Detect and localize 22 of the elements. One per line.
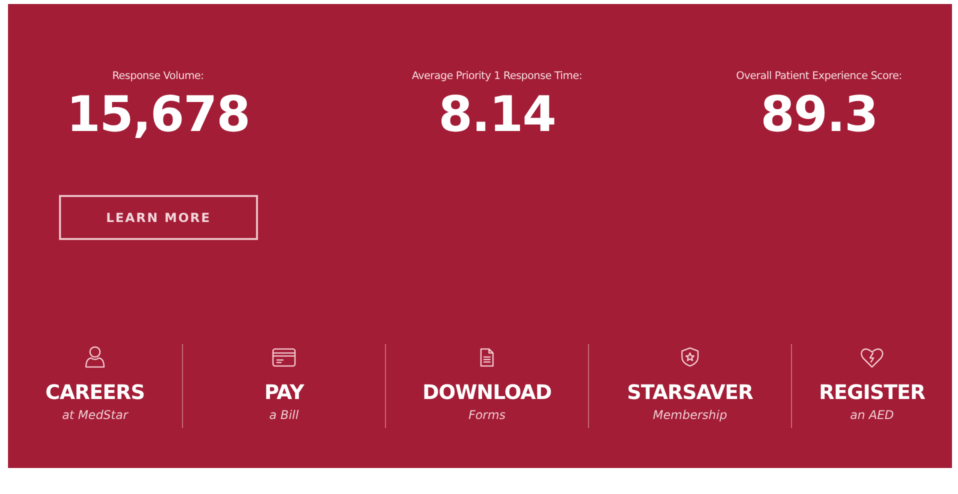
document-icon[interactable] (480, 348, 494, 366)
link-subtitle: at MedStar (62, 408, 128, 422)
link-subtitle: a Bill (269, 408, 299, 422)
heart-bolt-icon[interactable] (860, 346, 884, 368)
stat-value: 15,678 (66, 86, 250, 143)
quick-link[interactable]: REGISTER (818, 380, 926, 404)
link-subtitle: an AED (850, 408, 894, 422)
stat-label: Average Priority 1 Response Time: (412, 70, 582, 82)
stat-label: Overall Patient Experience Score: (736, 70, 902, 82)
credit-card-icon[interactable] (272, 348, 296, 366)
quick-link[interactable]: CAREERS (45, 380, 145, 404)
quick-link[interactable]: STARSAVER (627, 380, 753, 404)
link-subtitle: Membership (652, 408, 728, 422)
quick-link[interactable]: PAY (264, 380, 304, 404)
link-subtitle: Forms (468, 408, 506, 422)
person-icon[interactable] (85, 346, 105, 368)
stat-value: 8.14 (438, 86, 556, 143)
quick-link[interactable]: DOWNLOAD (422, 380, 552, 404)
learn-more-button[interactable]: LEARN MORE (59, 195, 258, 240)
stat-label: Response Volume: (112, 70, 204, 82)
shield-star-icon[interactable] (681, 347, 699, 367)
stat-value: 89.3 (760, 86, 878, 143)
